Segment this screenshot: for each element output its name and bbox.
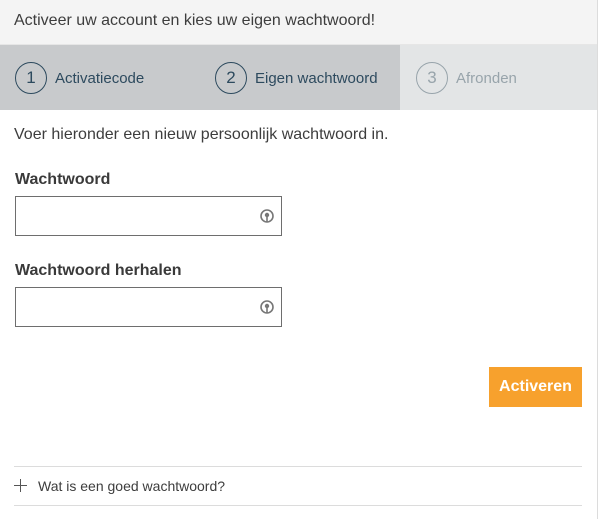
step-eigen-wachtwoord: 2 Eigen wachtwoord — [215, 62, 378, 94]
step-label: Activatiecode — [55, 69, 145, 87]
password-repeat-field-wrapper — [15, 287, 282, 327]
password-help-toggle[interactable]: Wat is een goed wachtwoord? — [14, 476, 225, 496]
step-label: Afronden — [456, 69, 517, 87]
plus-icon — [14, 479, 28, 493]
step-afronden: 3 Afronden — [416, 62, 517, 94]
header: Activeer uw account en kies uw eigen wac… — [0, 0, 597, 45]
step-activatiecode: 1 Activatiecode — [15, 62, 144, 94]
step-number: 3 — [416, 62, 448, 94]
step-label: Eigen wachtwoord — [255, 69, 378, 87]
steps-pending-area: 3 Afronden — [400, 45, 597, 110]
password-label: Wachtwoord — [15, 171, 111, 188]
show-password-icon[interactable] — [259, 208, 275, 224]
password-repeat-label: Wachtwoord herhalen — [15, 262, 182, 279]
password-field-wrapper — [15, 196, 282, 236]
password-help-label: Wat is een goed wachtwoord? — [38, 478, 226, 494]
steps-completed-area: 1 Activatiecode 2 Eigen wachtwoord — [0, 45, 400, 110]
page-title: Activeer uw account en kies uw eigen wac… — [14, 12, 376, 29]
intro-text: Voer hieronder een nieuw persoonlijk wac… — [14, 126, 389, 143]
progress-steps: 1 Activatiecode 2 Eigen wachtwoord 3 Afr… — [0, 45, 597, 110]
step-number: 2 — [215, 62, 247, 94]
divider — [14, 466, 582, 467]
step-number: 1 — [15, 62, 47, 94]
activation-panel: Activeer uw account en kies uw eigen wac… — [0, 0, 598, 519]
password-repeat-input[interactable] — [16, 288, 256, 326]
password-input[interactable] — [16, 197, 256, 235]
show-password-icon[interactable] — [259, 299, 275, 315]
divider — [14, 505, 582, 506]
activate-button[interactable]: Activeren — [489, 367, 582, 407]
